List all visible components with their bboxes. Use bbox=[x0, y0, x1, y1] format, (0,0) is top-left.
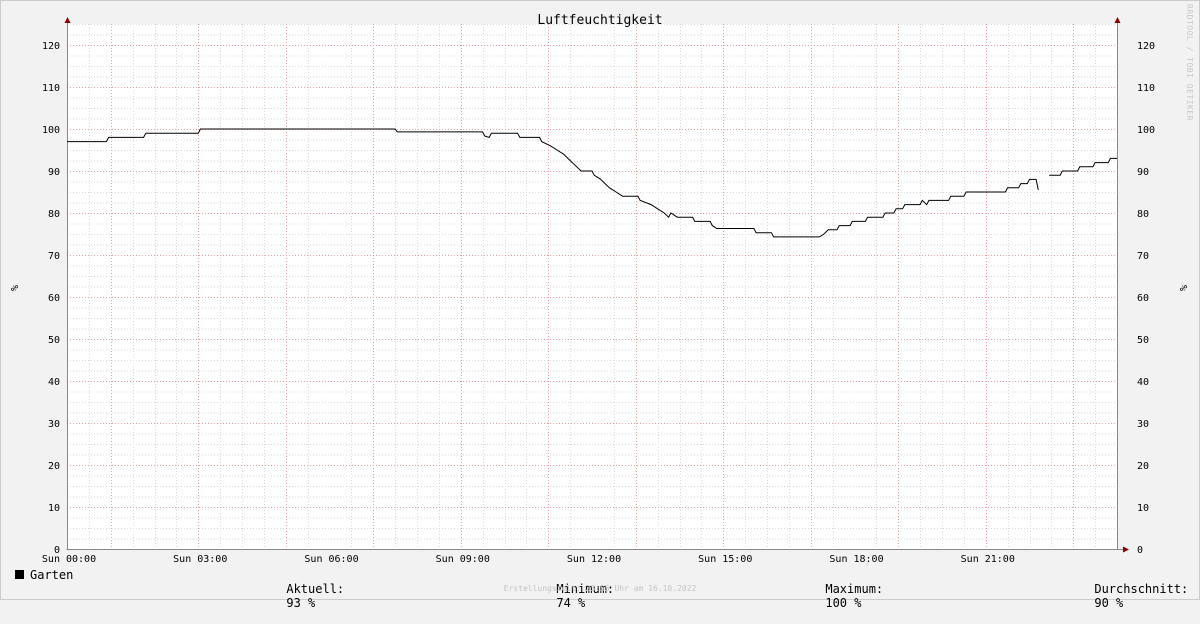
y-tick-label-left: 100 bbox=[42, 125, 60, 136]
x-tick-label: Sun 03:00 bbox=[173, 554, 227, 565]
x-tick-label: Sun 12:00 bbox=[567, 554, 621, 565]
x-tick-label: Sun 09:00 bbox=[436, 554, 490, 565]
legend-avg-value: 90 % bbox=[1094, 596, 1124, 610]
legend-maximum: Maximum: 100 % bbox=[782, 568, 883, 624]
y-tick-label-left: 40 bbox=[48, 377, 60, 388]
y-tick-label-left: 10 bbox=[48, 503, 60, 514]
y-tick-label-right: 110 bbox=[1137, 83, 1155, 94]
y-tick-label-left: 110 bbox=[42, 83, 60, 94]
y-tick-label-right: 20 bbox=[1137, 461, 1149, 472]
legend-series-name: Garten bbox=[30, 568, 74, 582]
chart-root: 0 0 10 10 20 20 30 30 40 40 50 50 60 60 70 70 80 80 90 90 10… bbox=[0, 0, 1200, 610]
y-axis-label-right: % bbox=[1177, 285, 1188, 291]
y-tick-label-left: 60 bbox=[48, 293, 60, 304]
rrdtool-watermark: RRDTOOL / TOBI OETIKER bbox=[1185, 4, 1194, 121]
y-tick-label-left: 50 bbox=[48, 335, 60, 346]
y-tick-label-right: 80 bbox=[1137, 209, 1149, 220]
humidity-chart: 0 010 1020 2030 3040 4050 5060 6070 7080 8090 9010… bbox=[0, 0, 1200, 600]
y-axis-label-left: % bbox=[8, 285, 19, 291]
y-tick-label-right: 40 bbox=[1137, 377, 1149, 388]
y-tick-label-right: 90 bbox=[1137, 167, 1149, 178]
y-tick-label-right: 50 bbox=[1137, 335, 1149, 346]
x-tick-label: Sun 21:00 bbox=[961, 554, 1015, 565]
y-tick-label-right: 60 bbox=[1137, 293, 1149, 304]
x-tick-label: Sun 15:00 bbox=[698, 554, 752, 565]
y-tick-label-left: 20 bbox=[48, 461, 60, 472]
y-tick-label-right: 70 bbox=[1137, 251, 1149, 262]
legend-minimum: Minimum: 74 % bbox=[513, 568, 614, 624]
y-tick-label-right: 30 bbox=[1137, 419, 1149, 430]
legend: Garten Aktuell: 93 % Minimum: 74 % Maxim… bbox=[0, 566, 1200, 610]
legend-average: Durchschnitt: 90 % bbox=[1051, 568, 1188, 624]
y-tick-label-right: 100 bbox=[1137, 125, 1155, 136]
y-tick-label-right: 10 bbox=[1137, 503, 1149, 514]
y-tick-label-left: 120 bbox=[42, 41, 60, 52]
x-tick-label: Sun 18:00 bbox=[829, 554, 883, 565]
y-tick-label-left: 70 bbox=[48, 251, 60, 262]
chart-title: Luftfeuchtigkeit bbox=[537, 13, 662, 28]
creation-time-footer: Erstellungszeit: 23:55 Uhr am 16.10.2022 bbox=[503, 584, 697, 593]
legend-max-value: 100 % bbox=[825, 596, 862, 610]
legend-swatch bbox=[15, 570, 24, 579]
x-tick-label: Sun 00:00 bbox=[42, 554, 96, 565]
x-tick-label: Sun 06:00 bbox=[304, 554, 358, 565]
y-tick-label-left: 80 bbox=[48, 209, 60, 220]
legend-current: Aktuell: 93 % bbox=[243, 568, 344, 624]
y-tick-label-left: 90 bbox=[48, 167, 60, 178]
legend-min-value: 74 % bbox=[556, 596, 586, 610]
y-tick-label-right: 0 bbox=[1137, 545, 1143, 556]
legend-current-value: 93 % bbox=[286, 596, 316, 610]
y-tick-label-left: 30 bbox=[48, 419, 60, 430]
y-tick-label-right: 120 bbox=[1137, 41, 1155, 52]
